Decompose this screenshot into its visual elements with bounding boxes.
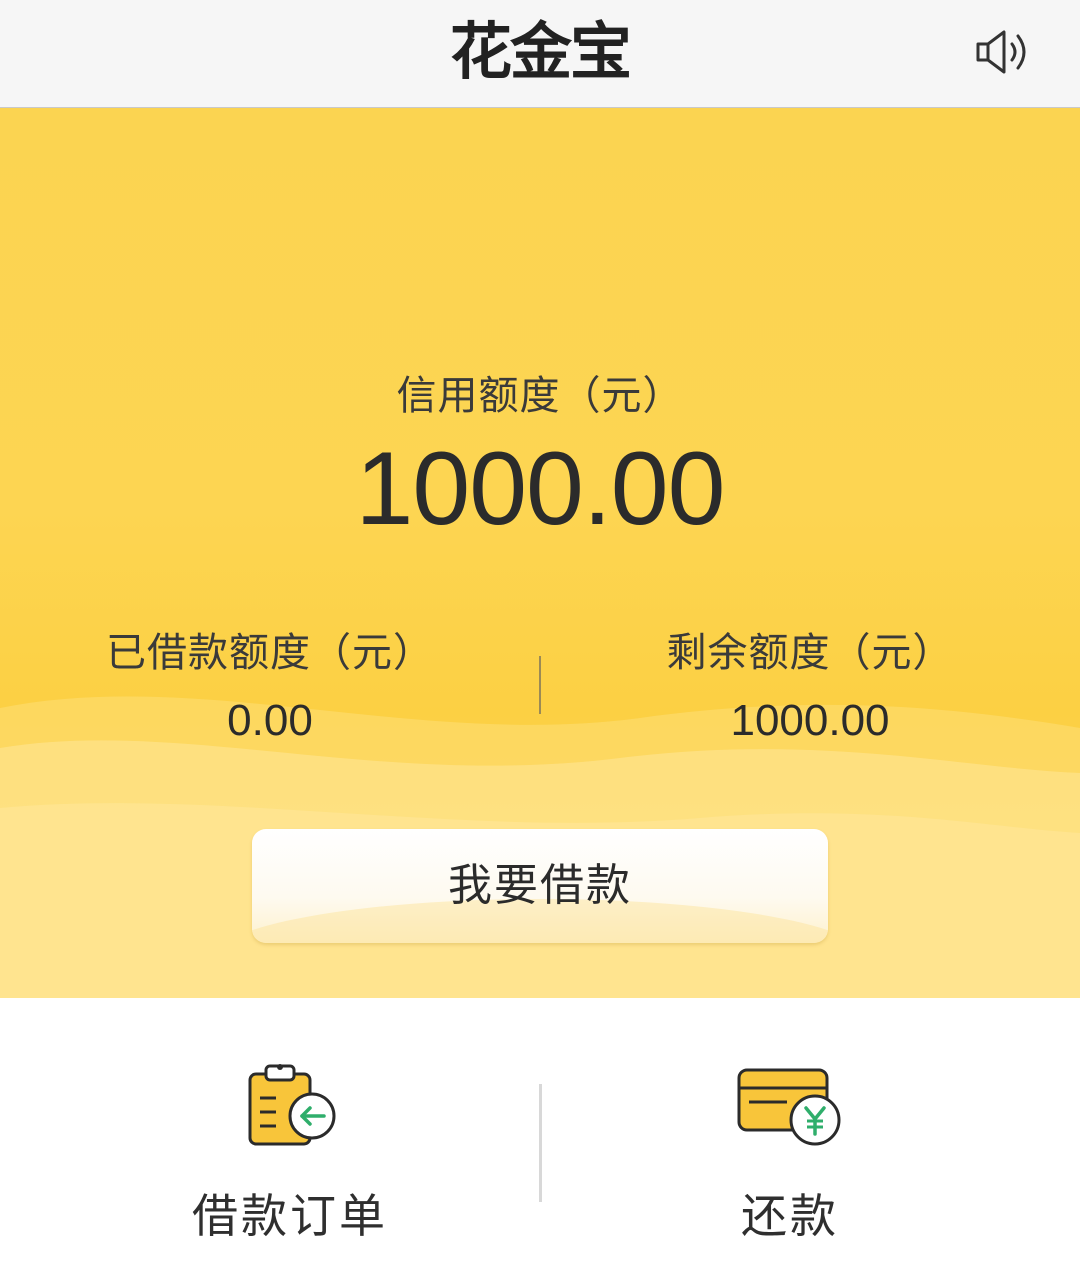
- app-logo: 花金宝: [449, 15, 632, 88]
- borrowed-amount: 已借款额度（元） 0.00: [0, 620, 540, 746]
- clipboard-return-icon: [248, 1064, 336, 1146]
- borrow-button-label: 我要借款: [448, 860, 632, 911]
- remaining-amount-value: 1000.00: [730, 696, 890, 745]
- remaining-amount: 剩余额度（元） 1000.00: [540, 620, 1080, 746]
- borrow-button[interactable]: 我要借款: [252, 829, 828, 943]
- action-bar: 借款订单 还款: [0, 998, 1080, 1278]
- repayment-label: 还款: [741, 1189, 839, 1243]
- borrowed-amount-value: 0.00: [227, 696, 313, 745]
- loan-orders-button[interactable]: 借款订单: [20, 1058, 560, 1246]
- app-header: 花金宝: [0, 0, 1080, 108]
- credit-panel: 信用额度（元） 1000.00 已借款额度（元） 0.00 剩余额度（元） 10…: [0, 108, 1080, 998]
- remaining-amount-label: 剩余额度（元）: [666, 630, 954, 676]
- card-yuan-icon: [737, 1068, 841, 1146]
- speaker-icon[interactable]: [972, 24, 1032, 80]
- borrowed-amount-label: 已借款额度（元）: [106, 630, 434, 676]
- credit-limit-label: 信用额度（元）: [396, 373, 684, 419]
- credit-limit-value: 1000.00: [355, 431, 726, 547]
- loan-orders-label: 借款订单: [192, 1189, 388, 1243]
- repayment-button[interactable]: 还款: [520, 1058, 1060, 1246]
